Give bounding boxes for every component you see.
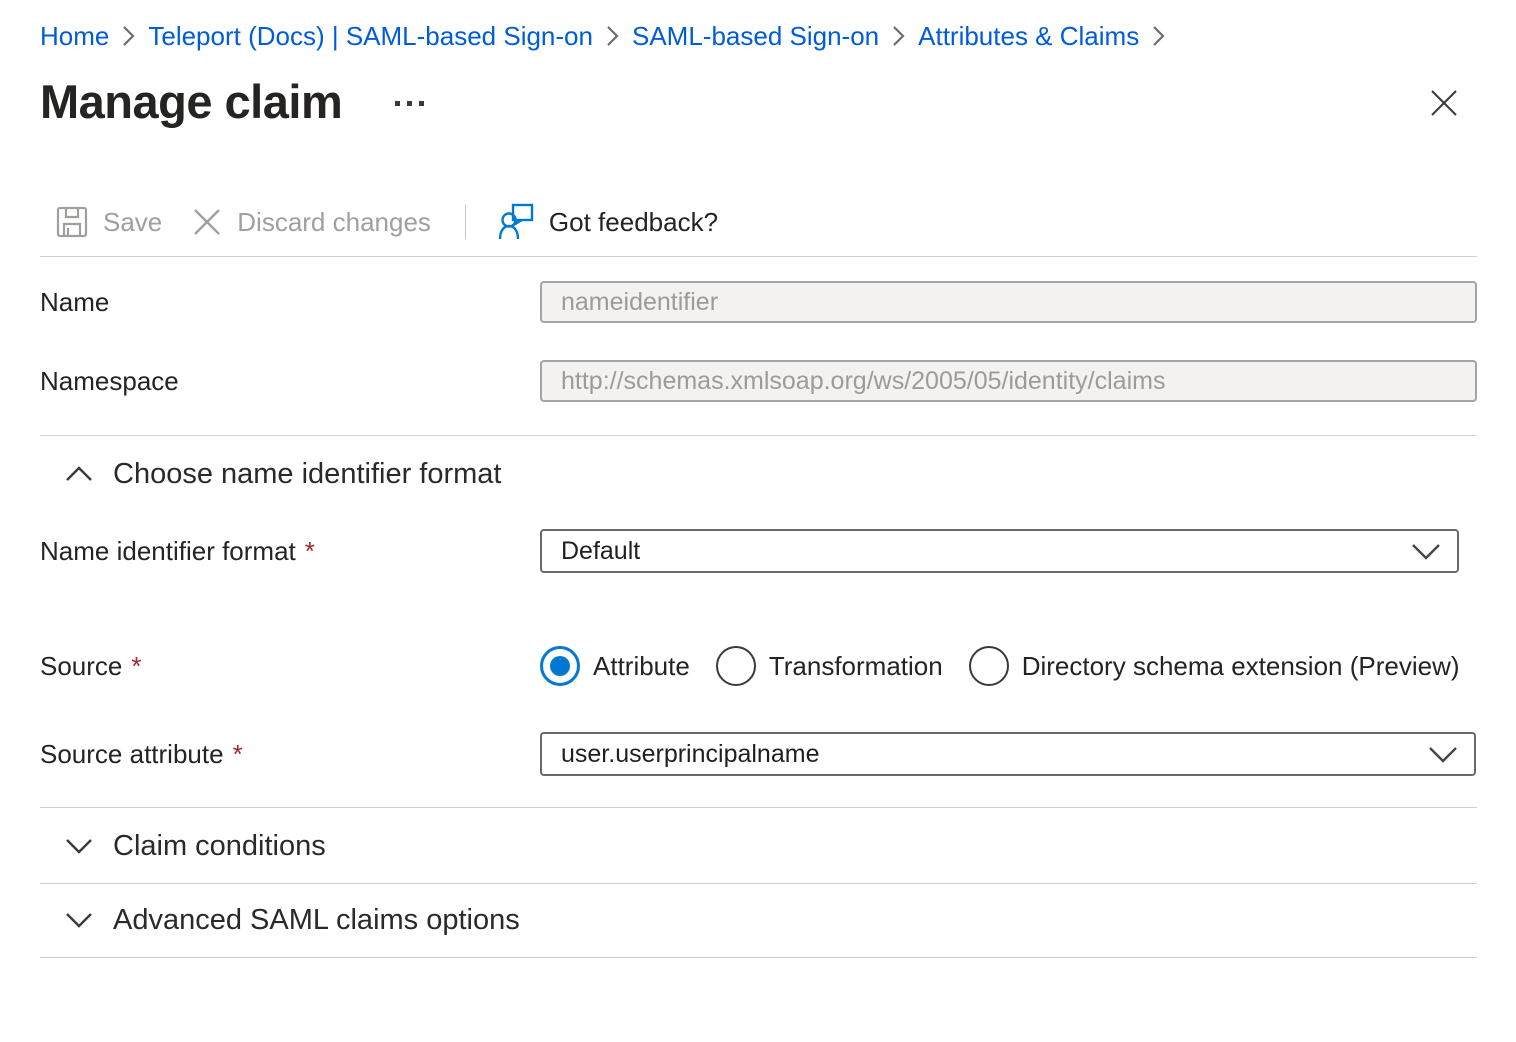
chevron-down-icon xyxy=(65,912,93,928)
radio-option-directory-schema-extension[interactable]: Directory schema extension (Preview) xyxy=(969,646,1460,686)
source-attribute-dropdown[interactable]: user.userprincipalname xyxy=(540,732,1476,776)
section-title: Claim conditions xyxy=(113,830,326,863)
got-feedback-button[interactable]: Got feedback? xyxy=(480,198,738,246)
required-asterisk: * xyxy=(305,536,315,567)
breadcrumb-separator-icon xyxy=(606,25,619,47)
section-divider xyxy=(40,957,1477,958)
dropdown-value: user.userprincipalname xyxy=(561,740,819,769)
section-divider xyxy=(40,883,1477,884)
got-feedback-label: Got feedback? xyxy=(549,207,718,238)
source-radio-group: Attribute Transformation Directory schem… xyxy=(540,646,1460,686)
section-divider xyxy=(40,435,1477,436)
section-claim-conditions[interactable]: Claim conditions xyxy=(65,829,326,863)
name-identifier-format-label: Name identifier format * xyxy=(40,529,315,573)
section-title: Choose name identifier format xyxy=(113,458,501,491)
radio-label: Directory schema extension (Preview) xyxy=(1022,651,1460,682)
radio-option-transformation[interactable]: Transformation xyxy=(716,646,943,686)
chevron-down-icon xyxy=(1428,746,1458,763)
radio-selected-icon[interactable] xyxy=(540,646,580,686)
breadcrumb-item-saml-signon[interactable]: SAML-based Sign-on xyxy=(632,21,879,52)
section-title: Advanced SAML claims options xyxy=(113,904,520,937)
page-title: Manage claim xyxy=(40,74,342,129)
source-label: Source * xyxy=(40,646,142,686)
toolbar-bottom-divider xyxy=(40,256,1477,257)
name-input: nameidentifier xyxy=(540,281,1477,323)
command-bar: Save Discard changes Got feedback? xyxy=(40,198,738,246)
breadcrumb-separator-icon xyxy=(122,25,135,47)
label-text: Source attribute xyxy=(40,739,224,770)
namespace-label: Namespace xyxy=(40,360,179,402)
breadcrumb-separator-icon xyxy=(892,25,905,47)
name-label: Name xyxy=(40,281,109,323)
radio-unselected-icon[interactable] xyxy=(716,646,756,686)
radio-label: Transformation xyxy=(769,651,943,682)
toolbar-divider xyxy=(465,205,466,239)
more-options-button[interactable] xyxy=(395,97,424,109)
breadcrumb-item-app[interactable]: Teleport (Docs) | SAML-based Sign-on xyxy=(148,21,593,52)
chevron-down-icon xyxy=(1411,543,1441,560)
breadcrumb: Home Teleport (Docs) | SAML-based Sign-o… xyxy=(40,20,1165,52)
name-identifier-format-dropdown[interactable]: Default xyxy=(540,529,1459,573)
breadcrumb-item-home[interactable]: Home xyxy=(40,21,109,52)
section-advanced-saml-claims-options[interactable]: Advanced SAML claims options xyxy=(65,903,520,937)
chevron-down-icon xyxy=(65,838,93,854)
chevron-up-icon xyxy=(65,466,93,482)
required-asterisk: * xyxy=(233,739,243,770)
radio-label: Attribute xyxy=(593,651,690,682)
more-dot xyxy=(419,101,424,106)
radio-option-attribute[interactable]: Attribute xyxy=(540,646,690,686)
manage-claim-pane: Home Teleport (Docs) | SAML-based Sign-o… xyxy=(0,0,1516,1042)
section-divider xyxy=(40,807,1477,808)
save-button[interactable]: Save xyxy=(40,198,182,246)
more-dot xyxy=(407,101,412,106)
save-icon xyxy=(56,206,88,238)
namespace-input: http://schemas.xmlsoap.org/ws/2005/05/id… xyxy=(540,360,1477,402)
close-icon[interactable] xyxy=(1426,86,1462,122)
discard-icon xyxy=(192,207,222,237)
dropdown-value: Default xyxy=(561,537,640,566)
breadcrumb-item-attributes-claims[interactable]: Attributes & Claims xyxy=(918,21,1139,52)
required-asterisk: * xyxy=(131,651,141,682)
save-label: Save xyxy=(103,207,162,238)
source-attribute-label: Source attribute * xyxy=(40,732,243,776)
more-dot xyxy=(395,101,400,106)
discard-changes-label: Discard changes xyxy=(237,207,431,238)
label-text: Name identifier format xyxy=(40,536,296,567)
breadcrumb-separator-icon xyxy=(1152,25,1165,47)
section-choose-name-identifier-format[interactable]: Choose name identifier format xyxy=(65,457,501,491)
discard-changes-button[interactable]: Discard changes xyxy=(182,198,451,246)
radio-unselected-icon[interactable] xyxy=(969,646,1009,686)
label-text: Source xyxy=(40,651,122,682)
feedback-icon xyxy=(498,203,534,241)
